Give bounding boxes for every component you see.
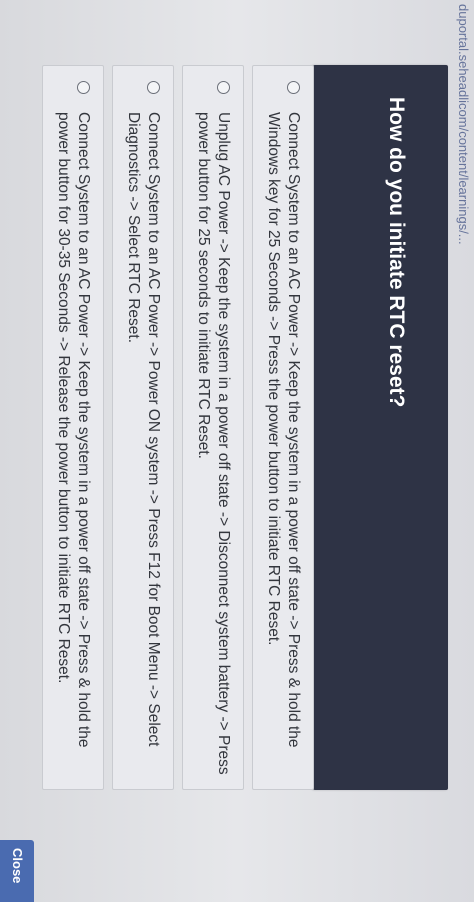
radio-button-icon[interactable] — [147, 81, 160, 94]
question-card: How do you initiate RTC reset? — [313, 65, 448, 790]
answer-option-label: Connect System to an AC Power -> Keep th… — [55, 112, 92, 748]
answer-option-1[interactable]: Connect System to an AC Power -> Keep th… — [252, 65, 314, 790]
answer-option-3[interactable]: Connect System to an AC Power -> Power O… — [112, 65, 174, 790]
answer-options: Connect System to an AC Power -> Keep th… — [34, 65, 314, 790]
photo-frame: duportal.seheadlicom/content/learnings/.… — [0, 0, 474, 902]
answer-option-label: Connect System to an AC Power -> Power O… — [125, 112, 162, 747]
radio-button-icon[interactable] — [287, 81, 300, 94]
answer-option-2[interactable]: Unplug AC Power -> Keep the system in a … — [182, 65, 244, 790]
browser-url: duportal.seheadlicom/content/learnings/.… — [456, 4, 471, 245]
answer-option-4[interactable]: Connect System to an AC Power -> Keep th… — [42, 65, 104, 790]
answer-option-label: Connect System to an AC Power -> Keep th… — [265, 112, 302, 748]
radio-button-icon[interactable] — [77, 81, 90, 94]
question-title: How do you initiate RTC reset? — [385, 97, 408, 408]
radio-button-icon[interactable] — [217, 81, 230, 94]
close-button[interactable]: Close — [0, 840, 34, 902]
quiz-screen: duportal.seheadlicom/content/learnings/.… — [0, 0, 474, 902]
answer-option-label: Unplug AC Power -> Keep the system in a … — [195, 112, 232, 775]
